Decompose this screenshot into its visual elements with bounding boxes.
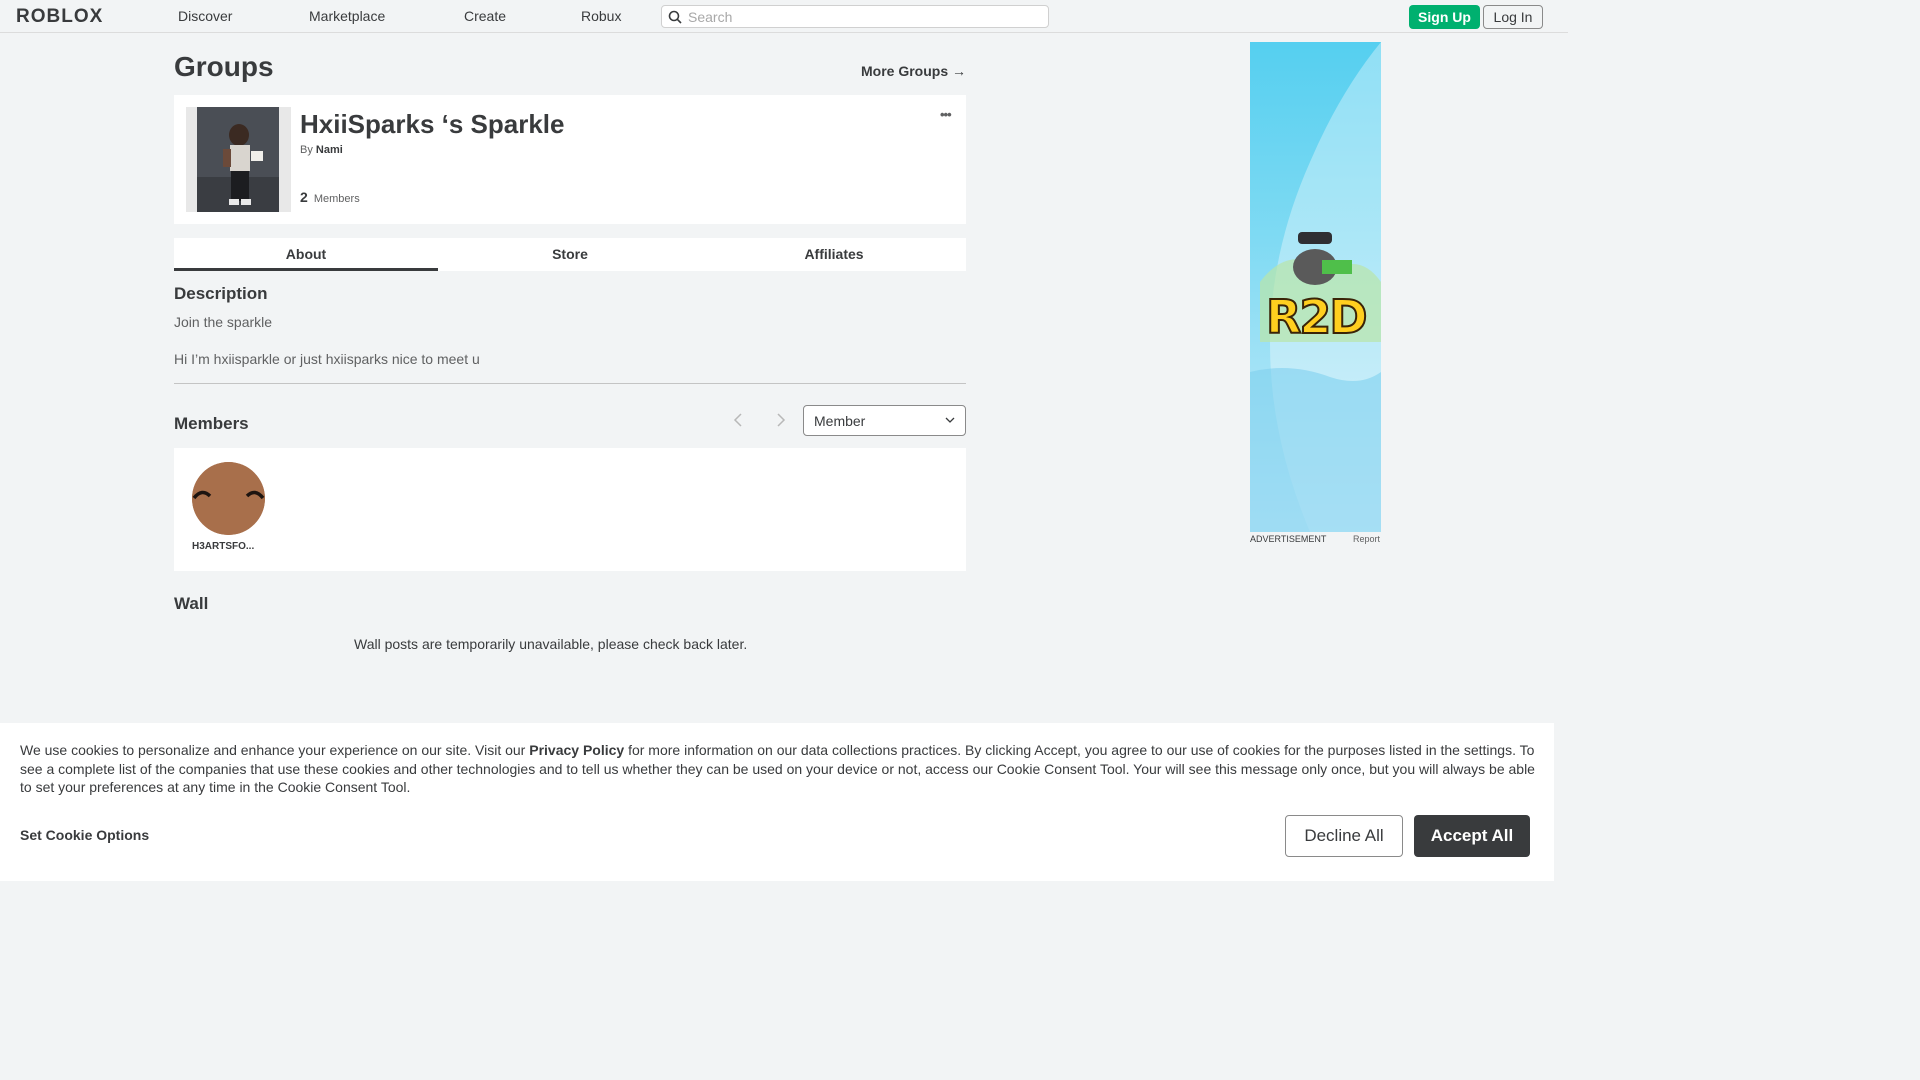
log-in-button[interactable]: Log In — [1483, 5, 1543, 29]
group-owner-line: By Nami — [300, 144, 343, 156]
more-options-icon[interactable]: ••• — [940, 107, 952, 122]
members-list: H3ARTSFO... — [174, 448, 966, 571]
next-page-icon[interactable] — [776, 413, 786, 427]
tab-affiliates[interactable]: Affiliates — [702, 238, 966, 271]
privacy-policy-link[interactable]: Privacy Policy — [529, 742, 624, 758]
report-ad-link[interactable]: Report — [1353, 534, 1380, 544]
advertisement-image — [1250, 42, 1381, 532]
sign-up-button[interactable]: Sign Up — [1409, 5, 1480, 29]
cookie-consent-text: We use cookies to personalize and enhanc… — [20, 741, 1540, 797]
member-avatar[interactable] — [192, 462, 265, 535]
top-navigation-bar: ROBLOX Discover Marketplace Create Robux… — [0, 0, 1568, 33]
nav-link-create[interactable]: Create — [464, 8, 506, 24]
search-box — [661, 5, 1049, 28]
description-title: Description — [174, 284, 268, 303]
wall-unavailable-message: Wall posts are temporarily unavailable, … — [354, 636, 748, 652]
group-emblem-image — [197, 107, 279, 212]
advertisement-banner[interactable]: R2D — [1250, 42, 1381, 532]
page-title: Groups — [174, 51, 274, 82]
members-title: Members — [174, 414, 249, 433]
nav-link-discover[interactable]: Discover — [178, 8, 232, 24]
nav-link-robux[interactable]: Robux — [581, 8, 621, 24]
group-emblem — [186, 107, 291, 212]
tab-about[interactable]: About — [174, 238, 438, 271]
roblox-logo[interactable]: ROBLOX — [16, 6, 103, 28]
tab-store[interactable]: Store — [438, 238, 702, 271]
member-count-number: 2 — [300, 189, 308, 205]
group-member-count: 2 Members — [300, 189, 360, 205]
group-owner-link[interactable]: Nami — [316, 144, 343, 156]
previous-page-icon[interactable] — [733, 413, 743, 427]
decline-all-button[interactable]: Decline All — [1285, 815, 1403, 857]
avatar-face-icon — [192, 462, 265, 535]
member-count-label: Members — [313, 193, 360, 205]
member-role-dropdown[interactable]: Member — [803, 405, 966, 436]
member-name[interactable]: H3ARTSFO... — [192, 541, 254, 552]
nav-link-marketplace[interactable]: Marketplace — [309, 8, 385, 24]
by-label: By — [300, 144, 313, 156]
group-header-card: HxiiSparks ‘s Sparkle By Nami 2 Members … — [174, 95, 966, 224]
advertisement-label: ADVERTISEMENT — [1250, 534, 1327, 544]
cookie-consent-banner: We use cookies to personalize and enhanc… — [0, 723, 1554, 881]
wall-title: Wall — [174, 594, 209, 613]
page-scrollbar[interactable] — [1554, 33, 1568, 881]
advertisement-brand-text: R2D — [1265, 289, 1369, 345]
role-selected-value: Member — [814, 413, 866, 429]
avatar-figure-icon — [197, 107, 279, 212]
section-divider — [174, 383, 966, 384]
set-cookie-options-link[interactable]: Set Cookie Options — [20, 827, 149, 843]
description-line-1: Join the sparkle — [174, 314, 273, 330]
group-name: HxiiSparks ‘s Sparkle — [300, 109, 565, 139]
search-input[interactable] — [688, 8, 1038, 25]
search-icon — [668, 10, 682, 24]
accept-all-button[interactable]: Accept All — [1414, 815, 1530, 857]
chevron-down-icon — [945, 417, 955, 423]
description-line-2: Hi I’m hxiisparkle or just hxiisparks ni… — [174, 351, 480, 367]
cookie-text-before: We use cookies to personalize and enhanc… — [20, 742, 530, 758]
more-groups-link[interactable]: More Groups → — [861, 63, 966, 79]
group-tabs: About Store Affiliates — [174, 238, 966, 271]
